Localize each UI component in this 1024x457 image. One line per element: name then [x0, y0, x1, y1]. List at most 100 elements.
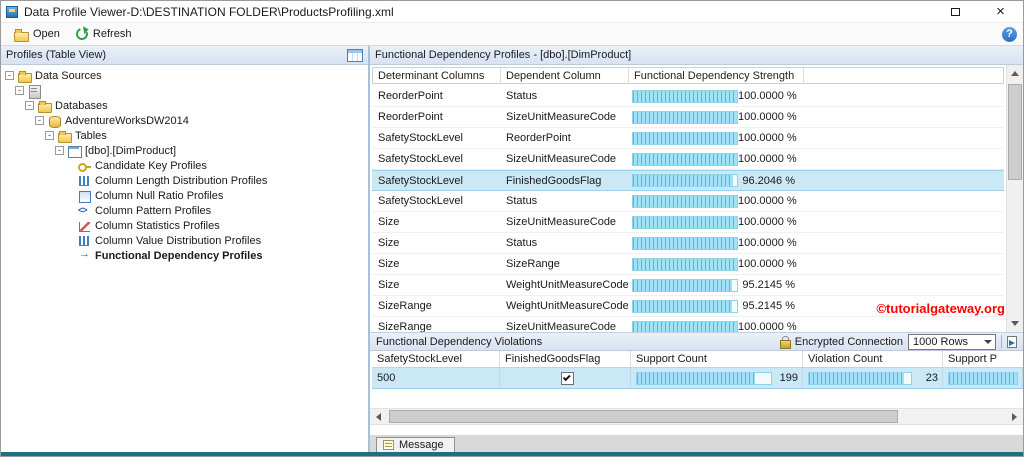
fd-table-row[interactable]: Size SizeUnitMeasureCode 100.0000 %	[372, 212, 1004, 233]
fd-strength-cell: 95.2145 %	[628, 296, 803, 316]
tree-item-label: Databases	[55, 99, 108, 112]
tree-item-databases[interactable]: - Databases	[1, 98, 368, 113]
fd-determinant-cell: ReorderPoint	[378, 90, 443, 102]
tree-collapse-toggle[interactable]: -	[15, 86, 24, 95]
fd-table-row[interactable]: SizeRange SizeUnitMeasureCode 100.0000 %	[372, 317, 1004, 332]
open-folder-icon	[14, 28, 29, 42]
fd-profiles-table: Determinant Columns Dependent Column Fun…	[372, 67, 1004, 332]
fd-table-row[interactable]: SafetyStockLevel ReorderPoint 100.0000 %	[372, 128, 1004, 149]
violations-col-header-support-p[interactable]: Support P	[943, 351, 1023, 367]
support-count-cell: 199	[631, 368, 803, 388]
close-icon: ×	[996, 3, 1005, 20]
tree-collapse-toggle[interactable]: -	[25, 101, 34, 110]
fd-dependent-cell: WeightUnitMeasureCode	[506, 279, 628, 291]
strength-value: 100.0000 %	[738, 132, 797, 144]
profiles-panel-header: Profiles (Table View)	[1, 46, 368, 65]
tree-item-dbo-dimproduct[interactable]: - [dbo].[DimProduct]	[1, 143, 368, 158]
maximize-button[interactable]	[933, 1, 978, 22]
col-header-functional-dependency-strength[interactable]: Functional Dependency Strength	[629, 68, 804, 83]
tree-item-column-statistics-profiles[interactable]: Column Statistics Profiles	[1, 218, 368, 233]
fd-icon	[78, 248, 91, 262]
help-icon[interactable]: ?	[1002, 26, 1017, 42]
vertical-scroll-thumb[interactable]	[1008, 84, 1022, 180]
fd-table-row[interactable]: Size Status 100.0000 %	[372, 233, 1004, 254]
strength-value: 96.2046 %	[742, 174, 795, 187]
violations-col-header-safetystocklevel[interactable]: SafetyStockLevel	[372, 351, 500, 367]
strength-bar	[632, 89, 738, 103]
fd-table-row[interactable]: Size SizeRange 100.0000 %	[372, 254, 1004, 275]
violations-header: Functional Dependency Violations Encrypt…	[370, 332, 1023, 351]
violation-count-cell-bar-fill	[809, 372, 904, 384]
table-view-icon[interactable]	[347, 48, 363, 62]
tree-item-functional-dependency-profiles[interactable]: Functional Dependency Profiles	[1, 248, 368, 263]
violations-header-controls: Encrypted Connection 1000 Rows	[779, 333, 1017, 350]
tree-item-candidate-key-profiles[interactable]: Candidate Key Profiles	[1, 158, 368, 173]
strength-bar	[632, 215, 738, 229]
violations-table-row[interactable]: 500 199 23	[372, 368, 1023, 389]
tree-item-data-sources[interactable]: - Data Sources	[1, 68, 368, 83]
vertical-scrollbar[interactable]	[1006, 65, 1023, 332]
finishedgoodsflag-checkbox[interactable]	[561, 371, 574, 385]
tree-item-server-node[interactable]: -	[1, 83, 368, 99]
refresh-button-label: Refresh	[92, 28, 132, 40]
scroll-down-button[interactable]	[1007, 315, 1023, 332]
message-bar: Message	[370, 435, 1023, 453]
fd-table-row[interactable]: ReorderPoint SizeUnitMeasureCode 100.0000 …	[372, 107, 1004, 128]
scroll-up-button[interactable]	[1007, 65, 1023, 82]
col-header-dependent-column[interactable]: Dependent Column	[501, 68, 629, 83]
tree-item-column-pattern-profiles[interactable]: Column Pattern Profiles	[1, 203, 368, 218]
export-icon[interactable]	[1007, 335, 1017, 348]
strength-value: 100.0000 %	[738, 258, 797, 270]
tab-message[interactable]: Message	[376, 437, 455, 453]
violations-col-header-support-count[interactable]: Support Count	[631, 351, 803, 367]
tree-item-tables[interactable]: - Tables	[1, 128, 368, 143]
fd-determinant-cell: SizeRange	[378, 321, 432, 332]
database-icon	[48, 115, 61, 128]
fd-table-row[interactable]: SafetyStockLevel Status 100.0000 %	[372, 191, 1004, 212]
strength-value: 100.0000 %	[738, 90, 797, 102]
violations-col-header-finishedgoodsflag[interactable]: FinishedGoodsFlag	[500, 351, 631, 367]
tree-item-label: Tables	[75, 129, 107, 142]
null-ratio-icon	[78, 190, 91, 203]
fd-determinant-cell: SafetyStockLevel	[378, 132, 463, 144]
col-header-determinant-columns[interactable]: Determinant Columns	[373, 68, 501, 83]
toolbar: Open Refresh ?	[1, 22, 1023, 46]
tree-collapse-toggle[interactable]: -	[55, 146, 64, 155]
fd-table-row[interactable]: SafetyStockLevel SizeUnitMeasureCode 100.0…	[372, 149, 1004, 170]
fd-filler-cell	[803, 107, 1004, 127]
detail-panel: Functional Dependency Profiles - [dbo].[…	[370, 46, 1023, 453]
tree-item-adventureworksdw2014[interactable]: - AdventureWorksDW2014	[1, 113, 368, 128]
fd-table-body: ReorderPoint Status 100.0000 % ReorderPoint…	[372, 86, 1004, 332]
tree-collapse-toggle[interactable]: -	[5, 71, 14, 80]
dropdown-arrow[interactable]	[981, 339, 995, 344]
violations-table-header: SafetyStockLevel FinishedGoodsFlag Support…	[372, 351, 1023, 368]
tree-item-column-null-ratio-profiles[interactable]: Column Null Ratio Profiles	[1, 188, 368, 203]
tree-item-column-length-distribution-profiles[interactable]: Column Length Distribution Profiles	[1, 173, 368, 188]
tree-item-label: [dbo].[DimProduct]	[85, 144, 177, 157]
fd-dependent-cell: WeightUnitMeasureCode	[506, 300, 628, 312]
rows-dropdown[interactable]: 1000 Rows	[908, 333, 996, 350]
lock-icon	[779, 336, 791, 349]
fd-table-row[interactable]: ReorderPoint Status 100.0000 %	[372, 86, 1004, 107]
refresh-button[interactable]: Refresh	[69, 26, 139, 42]
scroll-left-button[interactable]	[370, 409, 387, 424]
tree-collapse-toggle[interactable]: -	[45, 131, 54, 140]
fd-determinant-cell: SizeRange	[378, 300, 432, 312]
open-button[interactable]: Open	[7, 26, 67, 42]
tree-item-column-value-distribution-profiles[interactable]: Column Value Distribution Profiles	[1, 233, 368, 248]
fd-table-row[interactable]: Size WeightUnitMeasureCode 95.2145 %	[372, 275, 1004, 296]
tree-collapse-toggle[interactable]: -	[35, 116, 44, 125]
horizontal-scrollbar[interactable]	[370, 408, 1023, 425]
strength-bar-fill	[633, 279, 733, 291]
scroll-right-button[interactable]	[1006, 409, 1023, 424]
close-button[interactable]: ×	[978, 1, 1023, 22]
titlebar: Data Profile Viewer-D:\DESTINATION FOLDE…	[1, 1, 1023, 22]
fd-dependent-cell: SizeUnitMeasureCode	[506, 111, 617, 123]
fd-table-row[interactable]: SafetyStockLevel FinishedGoodsFlag 96.2046…	[372, 170, 1004, 191]
fd-determinant-cell: SafetyStockLevel	[378, 153, 463, 165]
support-percentage-cell-bar	[948, 371, 1018, 385]
bottom-status-strip	[1, 452, 1023, 456]
violations-col-header-violation-count[interactable]: Violation Count	[803, 351, 943, 367]
horizontal-scroll-thumb[interactable]	[389, 410, 899, 423]
violations-filler	[370, 389, 1023, 408]
